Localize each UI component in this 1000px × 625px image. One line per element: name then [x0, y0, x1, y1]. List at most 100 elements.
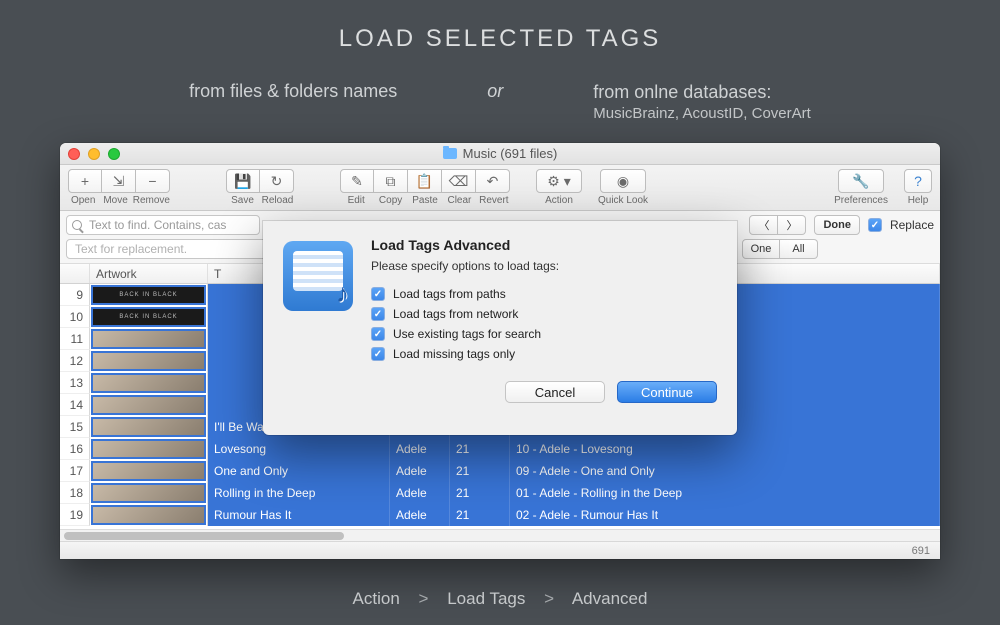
page-title: LOAD SELECTED TAGS [0, 0, 1000, 53]
revert-label: Revert [478, 195, 510, 206]
save-button[interactable]: 💾 [226, 169, 260, 193]
reload-label: Reload [261, 195, 294, 206]
help-button[interactable]: ? [904, 169, 932, 193]
row-number: 9 [60, 284, 90, 306]
scroll-thumb[interactable] [64, 532, 344, 540]
subtitle-left: from files & folders names [189, 81, 397, 102]
copy-icon: ⧉ [386, 173, 396, 190]
row-artist: Adele [390, 482, 450, 504]
dialog-app-icon [283, 241, 353, 311]
save-group: 💾 ↻ Save Reload [226, 169, 294, 206]
titlebar: Music (691 files) [60, 143, 940, 165]
row-artwork [90, 416, 208, 438]
option-label: Use existing tags for search [393, 327, 541, 341]
search-input[interactable]: Text to find. Contains, cas [66, 215, 260, 235]
replace-scope-segment: One All [742, 239, 818, 259]
subtitle-right: from onlne databases: MusicBrainz, Acous… [593, 81, 811, 124]
row-album: 21 [450, 438, 510, 460]
artwork-thumb: BACK IN BLACK [91, 307, 206, 327]
table-row[interactable]: 19Rumour Has ItAdele2102 - Adele - Rumou… [60, 504, 940, 526]
chevron-icon: > [544, 589, 554, 608]
checkbox-icon[interactable]: ✓ [371, 347, 385, 361]
row-artwork [90, 504, 208, 526]
dialog-option[interactable]: ✓ Load missing tags only [371, 347, 717, 361]
remove-button[interactable]: − [136, 169, 170, 193]
move-button[interactable]: ⇲ [102, 169, 136, 193]
row-album: 21 [450, 460, 510, 482]
open-button[interactable]: + [68, 169, 102, 193]
edit-button[interactable]: ✎ [340, 169, 374, 193]
checkbox-icon[interactable]: ✓ [371, 287, 385, 301]
edit-group: ✎ ⧉ 📋 ⌫ ↶ Edit Copy Paste Clear Revert [340, 169, 510, 206]
window-title-text: Music (691 files) [463, 146, 558, 161]
row-artwork [90, 328, 208, 350]
quicklook-button[interactable]: ◉ [600, 169, 646, 193]
col-number[interactable] [60, 264, 90, 283]
artwork-thumb [91, 351, 206, 371]
table-row[interactable]: 17One and OnlyAdele2109 - Adele - One an… [60, 460, 940, 482]
row-artwork [90, 350, 208, 372]
paste-button[interactable]: 📋 [408, 169, 442, 193]
row-title: Lovesong [208, 438, 390, 460]
done-button[interactable]: Done [814, 215, 860, 235]
clear-button[interactable]: ⌫ [442, 169, 476, 193]
row-artwork [90, 394, 208, 416]
checkbox-icon[interactable]: ✓ [371, 327, 385, 341]
table-row[interactable]: 16LovesongAdele2110 - Adele - Lovesong [60, 438, 940, 460]
artwork-thumb [91, 329, 206, 349]
window-title: Music (691 files) [60, 146, 940, 161]
artwork-thumb [91, 395, 206, 415]
row-file: 02 - Adele - Rumour Has It [510, 504, 940, 526]
artwork-thumb [91, 439, 206, 459]
clear-label: Clear [443, 195, 475, 206]
artwork-thumb [91, 483, 206, 503]
row-album: 21 [450, 482, 510, 504]
toolbar: + ⇲ − Open Move Remove 💾 ↻ Save Reload ✎ [60, 165, 940, 211]
gear-icon: ⚙︎ ▾ [547, 173, 570, 190]
row-number: 15 [60, 416, 90, 438]
row-title: One and Only [208, 460, 390, 482]
continue-button[interactable]: Continue [617, 381, 717, 403]
move-label: Move [100, 195, 130, 206]
row-artist: Adele [390, 438, 450, 460]
replace-all-button[interactable]: All [780, 239, 818, 259]
dialog-option[interactable]: ✓ Use existing tags for search [371, 327, 717, 341]
dialog-option[interactable]: ✓Load tags from network [371, 307, 717, 321]
artwork-thumb [91, 461, 206, 481]
option-label: Load missing tags only [393, 347, 515, 361]
breadcrumb: Action > Load Tags > Advanced [0, 589, 1000, 609]
subtitle-right-line2: MusicBrainz, AcoustID, CoverArt [593, 104, 811, 124]
horizontal-scrollbar[interactable] [60, 529, 940, 541]
search-placeholder: Text to find. Contains, cas [89, 218, 226, 232]
revert-button[interactable]: ↶ [476, 169, 510, 193]
eye-icon: ◉ [617, 173, 629, 190]
preferences-label: Preferences [834, 195, 888, 206]
row-number: 10 [60, 306, 90, 328]
search-icon [72, 220, 82, 230]
replace-one-button[interactable]: One [742, 239, 780, 259]
cancel-button[interactable]: Cancel [505, 381, 605, 403]
row-number: 18 [60, 482, 90, 504]
dialog-option[interactable]: ✓Load tags from paths [371, 287, 717, 301]
checkbox-icon[interactable]: ✓ [371, 307, 385, 321]
wrench-icon: 🔧 [852, 173, 869, 190]
table-row[interactable]: 18Rolling in the DeepAdele2101 - Adele -… [60, 482, 940, 504]
action-button[interactable]: ⚙︎ ▾ [536, 169, 582, 193]
action-label: Action [536, 195, 582, 206]
copy-button[interactable]: ⧉ [374, 169, 408, 193]
find-next-button[interactable]: 〉 [778, 215, 806, 235]
artwork-thumb [91, 373, 206, 393]
replace-checkbox[interactable]: ✓ [868, 218, 882, 232]
row-number: 17 [60, 460, 90, 482]
folder-icon [443, 148, 457, 159]
row-album: 21 [450, 504, 510, 526]
dialog-title: Load Tags Advanced [371, 237, 717, 253]
dialog-subtitle: Please specify options to load tags: [371, 259, 717, 273]
reload-button[interactable]: ↻ [260, 169, 294, 193]
statusbar: 691 [60, 541, 940, 559]
preferences-button[interactable]: 🔧 [838, 169, 884, 193]
row-file: 09 - Adele - One and Only [510, 460, 940, 482]
file-group: + ⇲ − Open Move Remove [68, 169, 170, 206]
col-artwork[interactable]: Artwork [90, 264, 208, 283]
find-prev-button[interactable]: 〈 [749, 215, 778, 235]
